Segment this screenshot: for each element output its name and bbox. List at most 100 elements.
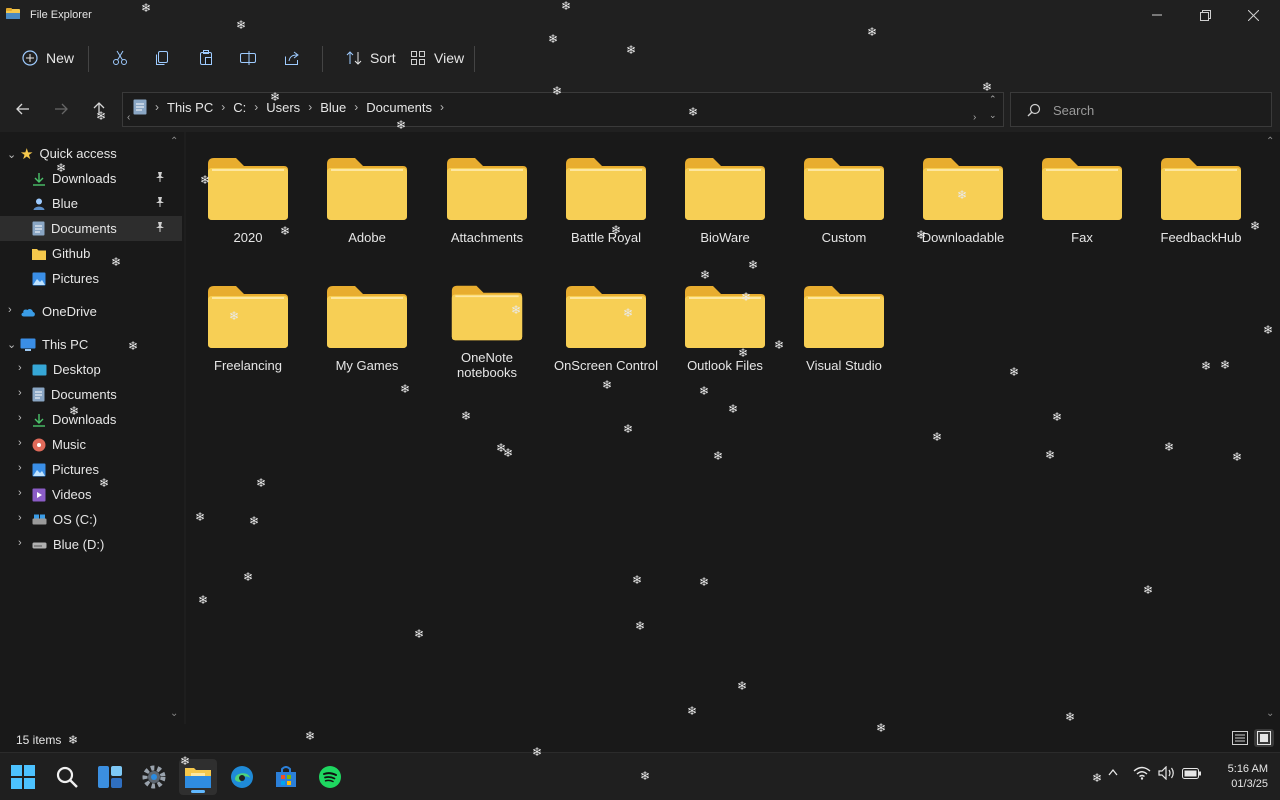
details-view-icon <box>1232 731 1248 745</box>
search-box[interactable]: Search <box>1010 92 1272 127</box>
close-button[interactable] <box>1230 0 1276 30</box>
chevron-right-icon[interactable]: › <box>18 387 22 399</box>
cut-button[interactable] <box>106 44 134 72</box>
pin-icon[interactable] <box>154 171 166 183</box>
taskbar-search-button[interactable] <box>48 759 86 795</box>
folder-item[interactable]: Custom <box>788 132 900 252</box>
sidebar-item-quick-access[interactable]: ★ Quick access <box>20 141 180 166</box>
folder-item[interactable]: Fax <box>1026 132 1138 252</box>
folder-item[interactable]: My Games <box>311 260 423 380</box>
content-scroll-up-icon[interactable]: ⌃ <box>1266 136 1274 147</box>
chevron-right-icon[interactable]: › <box>18 462 22 474</box>
chevron-right-icon[interactable]: › <box>18 537 22 549</box>
folder-item[interactable]: Visual Studio <box>788 260 900 380</box>
folder-item[interactable]: Outlook Files <box>669 260 781 380</box>
folder-item[interactable]: Adobe <box>311 132 423 252</box>
sidebar-item-downloads[interactable]: Downloads <box>0 166 182 191</box>
details-view-button[interactable] <box>1230 729 1250 747</box>
folder-name: 2020 <box>233 230 263 245</box>
pin-icon[interactable] <box>154 221 166 233</box>
forward-button[interactable] <box>50 98 72 120</box>
show-hidden-icons-button[interactable] <box>1108 768 1118 776</box>
sidebar-item-videos[interactable]: Videos <box>32 482 182 507</box>
rename-button[interactable] <box>234 44 262 72</box>
spotify-app-button[interactable] <box>311 759 349 795</box>
folder-icon <box>447 158 527 220</box>
clock[interactable]: 5:16 AM 01/3/25 <box>1212 762 1268 792</box>
share-button[interactable] <box>278 44 306 72</box>
sidebar-item-pc-pictures[interactable]: Pictures <box>32 457 182 482</box>
sidebar-item-pictures[interactable]: Pictures <box>0 266 182 291</box>
minimize-button[interactable] <box>1134 0 1180 30</box>
history-up-icon[interactable]: ⌃ <box>989 94 997 105</box>
sidebar-item-blue[interactable]: Blue <box>0 191 182 216</box>
toolbar-divider <box>88 46 89 72</box>
address-bar[interactable]: › This PC › C: › Users › Blue › Document… <box>122 92 1004 127</box>
sidebar-item-music[interactable]: Music <box>32 432 182 457</box>
breadcrumb-blue[interactable]: Blue <box>320 100 346 115</box>
view-button[interactable]: View <box>404 44 470 72</box>
back-button[interactable] <box>12 98 34 120</box>
folder-item[interactable]: FeedbackHub <box>1145 132 1257 252</box>
scroll-right-icon[interactable]: › <box>973 112 976 123</box>
folder-item[interactable]: OneNote notebooks <box>431 260 543 380</box>
breadcrumb-documents[interactable]: Documents <box>366 100 432 115</box>
up-button[interactable] <box>88 98 110 120</box>
sidebar-item-label: Blue <box>52 196 79 211</box>
sidebar-item-drive-d[interactable]: Blue (D:) <box>32 532 182 557</box>
sidebar-scroll-down-icon[interactable]: ⌄ <box>170 708 178 719</box>
folder-item[interactable]: Freelancing <box>192 260 304 380</box>
sidebar-item-label: This PC <box>42 337 89 352</box>
sidebar-item-github[interactable]: Github <box>0 241 182 266</box>
sort-button[interactable]: Sort <box>340 44 402 72</box>
chevron-right-icon[interactable]: › <box>18 412 22 424</box>
start-button[interactable] <box>4 759 42 795</box>
large-icons-view-button[interactable] <box>1254 729 1274 747</box>
file-explorer-app-button[interactable] <box>179 759 217 795</box>
sidebar-item-label: Downloads <box>52 171 117 186</box>
pictures-icon <box>32 272 46 285</box>
sidebar-item-drive-c[interactable]: OS (C:) <box>32 507 182 532</box>
widgets-button[interactable] <box>91 759 129 795</box>
copy-button[interactable] <box>148 44 176 72</box>
sidebar-item-onedrive[interactable]: OneDrive <box>20 299 180 324</box>
chevron-down-icon[interactable]: ⌄ <box>7 338 16 351</box>
file-view: 2020 Adobe Attachments Battle Royal BioW… <box>186 132 1280 724</box>
paste-button[interactable] <box>192 44 220 72</box>
scroll-left-icon[interactable]: ‹ <box>127 112 130 123</box>
folder-item[interactable]: OnScreen Control <box>550 260 662 380</box>
folder-item[interactable]: Battle Royal <box>550 132 662 252</box>
store-app-button[interactable] <box>267 759 305 795</box>
network-status[interactable] <box>1133 766 1151 780</box>
new-button[interactable]: New <box>16 44 80 72</box>
settings-app-button[interactable] <box>135 759 173 795</box>
chevron-right-icon[interactable]: › <box>8 304 12 316</box>
breadcrumb-this-pc[interactable]: This PC <box>167 100 213 115</box>
breadcrumb-drive-c[interactable]: C: <box>233 100 246 115</box>
volume-status[interactable] <box>1158 766 1176 780</box>
content-scroll-down-icon[interactable]: ⌄ <box>1266 708 1274 719</box>
chevron-right-icon[interactable]: › <box>18 362 22 374</box>
chevron-down-icon[interactable]: ⌄ <box>7 148 16 161</box>
folder-icon <box>208 286 288 348</box>
sidebar-item-label: Downloads <box>52 412 117 427</box>
chevron-right-icon[interactable]: › <box>18 487 22 499</box>
sidebar-item-desktop[interactable]: Desktop <box>32 357 182 382</box>
restore-button[interactable] <box>1182 0 1228 30</box>
folder-item[interactable]: Attachments <box>431 132 543 252</box>
chevron-right-icon[interactable]: › <box>18 512 22 524</box>
sidebar-item-pc-documents[interactable]: Documents <box>32 382 182 407</box>
battery-status[interactable] <box>1182 768 1202 779</box>
sidebar-scroll-up-icon[interactable]: ⌃ <box>170 136 178 147</box>
folder-item[interactable]: Downloadable <box>907 132 1019 252</box>
breadcrumb-users[interactable]: Users <box>266 100 300 115</box>
folder-item[interactable]: 2020 <box>192 132 304 252</box>
sidebar-item-this-pc[interactable]: This PC <box>20 332 180 357</box>
sidebar-item-documents[interactable]: Documents <box>0 216 182 241</box>
chevron-right-icon[interactable]: › <box>18 437 22 449</box>
pin-icon[interactable] <box>154 196 166 208</box>
edge-app-button[interactable] <box>223 759 261 795</box>
history-down-icon[interactable]: ⌄ <box>989 110 997 121</box>
folder-item[interactable]: BioWare <box>669 132 781 252</box>
sidebar-item-pc-downloads[interactable]: Downloads <box>32 407 182 432</box>
